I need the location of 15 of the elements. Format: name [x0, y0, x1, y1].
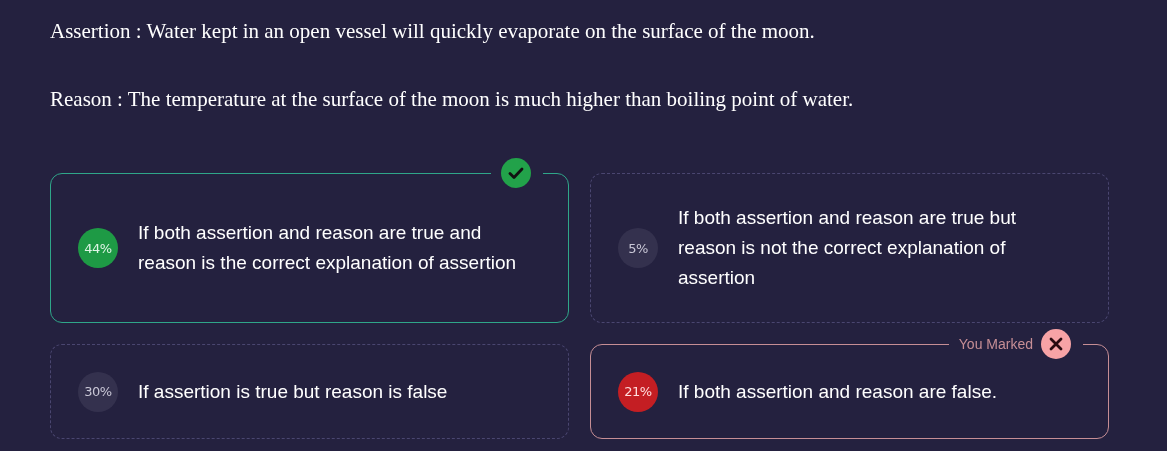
answer-option[interactable]: 5% If both assertion and reason are true but reason is not the correct explanation of assertion: [590, 173, 1109, 323]
percent-badge: 5%: [618, 228, 658, 268]
option-text: If both assertion and reason are false.: [678, 379, 997, 404]
percent-badge: 30%: [78, 371, 118, 412]
option-text: If assertion is true but reason is false: [138, 379, 448, 404]
percent-badge: 44%: [78, 228, 118, 268]
assertion-text: Assertion : Water kept in an open vessel will quickly evaporate on the surface of the moon.: [50, 18, 816, 45]
percent-badge: 21%: [618, 371, 658, 412]
option-text: If both assertion and reason are true and reason is the correct explanation of assertion: [138, 221, 518, 275]
check-icon: [501, 158, 531, 188]
close-icon: [1041, 329, 1071, 359]
reason-text: Reason : The temperature at the surface of the moon is much higher than boiling point of water.: [50, 86, 855, 113]
answer-option[interactable]: 30% If assertion is true but reason is false: [50, 344, 569, 439]
answer-option[interactable]: 44% If both assertion and reason are true and reason is the correct explanation of assertion: [50, 173, 569, 323]
option-text: If both assertion and reason are true but reason is not the correct explanation of assertion: [678, 206, 1017, 290]
